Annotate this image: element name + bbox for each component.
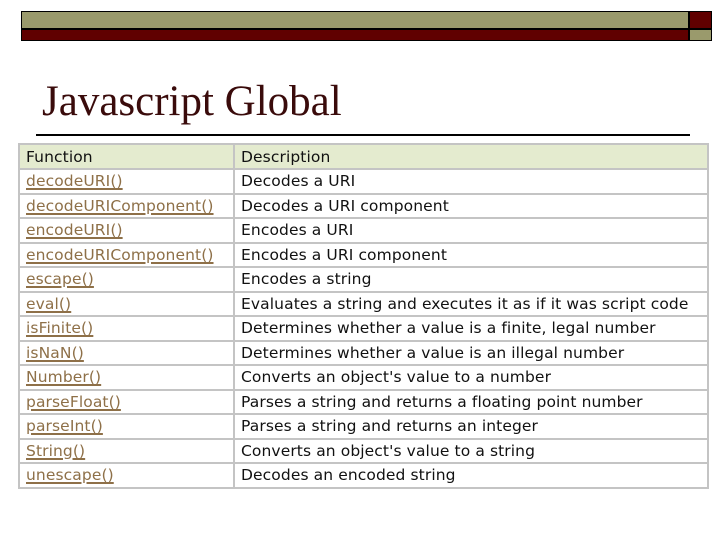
function-cell: unescape() (18, 462, 235, 489)
olive-square (690, 30, 711, 40)
table-row: decodeURIComponent() Decodes a URI compo… (18, 192, 709, 219)
table-row: Number() Converts an object's value to a… (18, 364, 709, 391)
dark-red-square (690, 12, 711, 28)
header-decoration-bar (21, 11, 712, 41)
description-cell: Converts an object's value to a number (233, 364, 709, 391)
function-cell: encodeURIComponent() (18, 241, 235, 268)
description-cell: Parses a string and returns a floating p… (233, 388, 709, 415)
function-link[interactable]: escape() (26, 270, 94, 288)
function-cell: eval() (18, 290, 235, 317)
table-row: isNaN() Determines whether a value is an… (18, 339, 709, 366)
description-cell: Decodes an encoded string (233, 462, 709, 489)
table-row: isFinite() Determines whether a value is… (18, 315, 709, 342)
function-cell: parseFloat() (18, 388, 235, 415)
function-link[interactable]: Number() (26, 368, 101, 386)
table-row: encodeURIComponent() Encodes a URI compo… (18, 241, 709, 268)
table-row: unescape() Decodes an encoded string (18, 462, 709, 489)
function-link[interactable]: unescape() (26, 466, 114, 484)
function-cell: isFinite() (18, 315, 235, 342)
table-row: String() Converts an object's value to a… (18, 437, 709, 464)
title-underline (36, 134, 690, 136)
description-cell: Encodes a string (233, 266, 709, 293)
description-cell: Converts an object's value to a string (233, 437, 709, 464)
function-link[interactable]: parseInt() (26, 417, 103, 435)
table-row: eval() Evaluates a string and executes i… (18, 290, 709, 317)
column-header-description: Description (233, 143, 709, 170)
description-cell: Encodes a URI component (233, 241, 709, 268)
function-cell: parseInt() (18, 413, 235, 440)
table-row: parseInt() Parses a string and returns a… (18, 413, 709, 440)
function-link[interactable]: encodeURIComponent() (26, 246, 214, 264)
table-header-row: Function Description (18, 143, 709, 170)
function-link[interactable]: encodeURI() (26, 221, 123, 239)
function-cell: isNaN() (18, 339, 235, 366)
function-link[interactable]: isFinite() (26, 319, 93, 337)
slide-title: Javascript Global (42, 78, 342, 125)
description-cell: Encodes a URI (233, 217, 709, 244)
column-header-function: Function (18, 143, 235, 170)
function-cell: Number() (18, 364, 235, 391)
function-cell: decodeURI() (18, 168, 235, 195)
function-cell: decodeURIComponent() (18, 192, 235, 219)
function-link[interactable]: parseFloat() (26, 393, 121, 411)
description-cell: Decodes a URI component (233, 192, 709, 219)
function-link[interactable]: isNaN() (26, 344, 84, 362)
global-functions-table: Function Description decodeURI() Decodes… (18, 143, 709, 489)
function-cell: encodeURI() (18, 217, 235, 244)
description-cell: Evaluates a string and executes it as if… (233, 290, 709, 317)
description-cell: Decodes a URI (233, 168, 709, 195)
description-cell: Parses a string and returns an integer (233, 413, 709, 440)
dark-red-stripe (22, 30, 688, 40)
function-link[interactable]: String() (26, 442, 85, 460)
function-link[interactable]: decodeURI() (26, 172, 123, 190)
function-link[interactable]: eval() (26, 295, 71, 313)
function-link[interactable]: decodeURIComponent() (26, 197, 214, 215)
description-cell: Determines whether a value is a finite, … (233, 315, 709, 342)
table-row: escape() Encodes a string (18, 266, 709, 293)
function-cell: escape() (18, 266, 235, 293)
function-cell: String() (18, 437, 235, 464)
table-row: encodeURI() Encodes a URI (18, 217, 709, 244)
olive-stripe (22, 12, 688, 28)
table-row: decodeURI() Decodes a URI (18, 168, 709, 195)
description-cell: Determines whether a value is an illegal… (233, 339, 709, 366)
table-row: parseFloat() Parses a string and returns… (18, 388, 709, 415)
